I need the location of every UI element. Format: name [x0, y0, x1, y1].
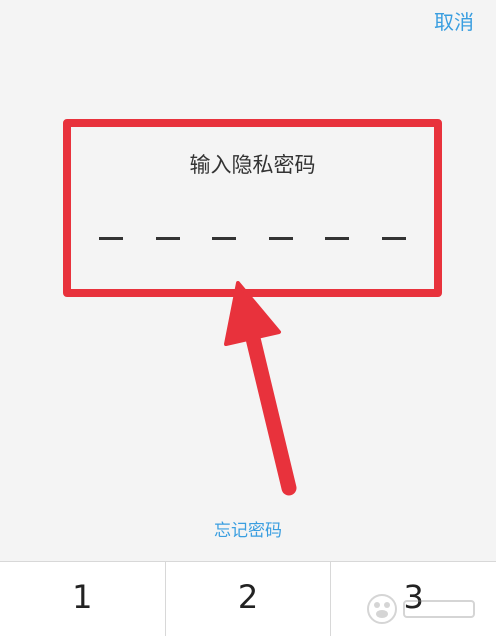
key-1[interactable]: 1 [0, 562, 166, 636]
key-2[interactable]: 2 [166, 562, 332, 636]
forgot-password-link[interactable]: 忘记密码 [0, 516, 496, 541]
watermark-logo-icon [367, 594, 475, 624]
